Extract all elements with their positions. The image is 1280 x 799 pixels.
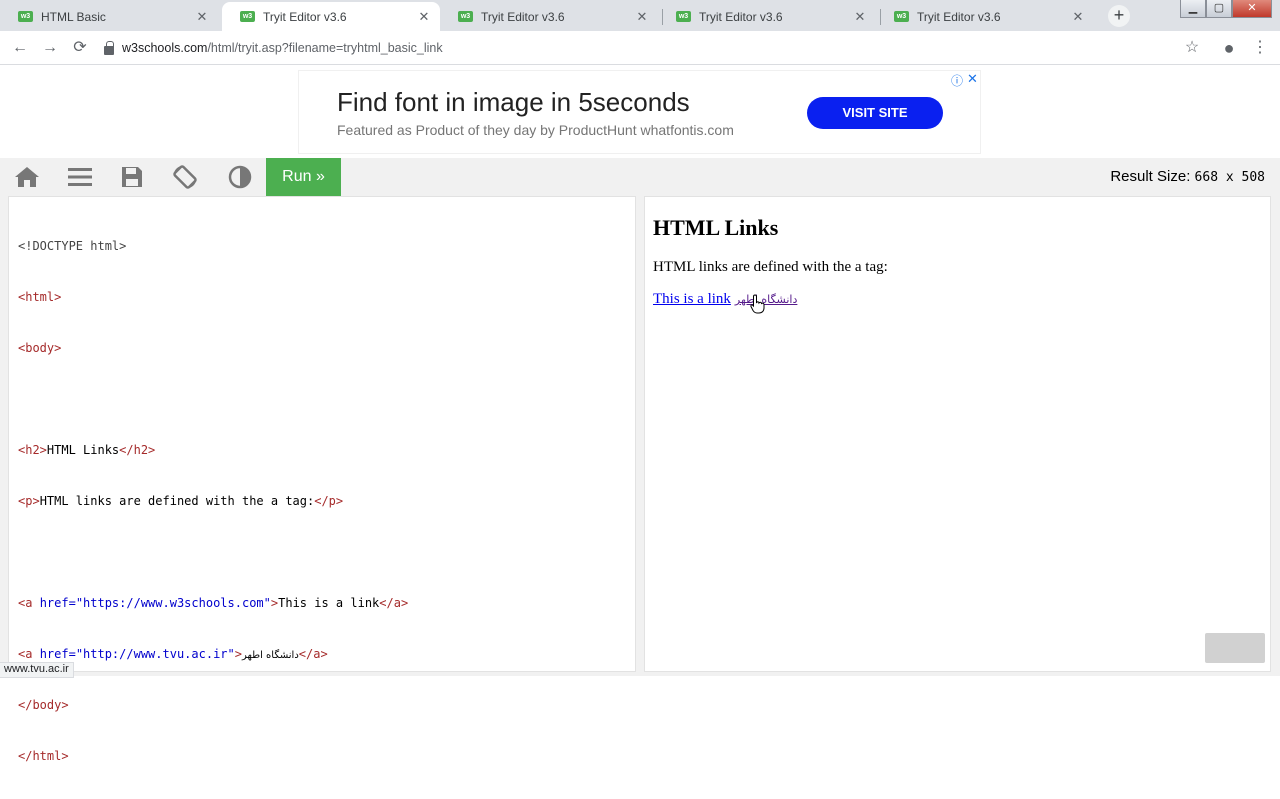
result-links: This is a link دانشگاه اطهر	[653, 291, 797, 308]
lock-icon	[104, 40, 114, 55]
visit-site-button[interactable]: VISIT SITE	[807, 97, 943, 129]
result-size-value: 668 x 508	[1194, 170, 1265, 185]
code-tag: </a>	[379, 596, 409, 610]
tab-tryit-editor[interactable]: w3 Tryit Editor v3.6 ✕	[658, 2, 876, 31]
new-tab-button[interactable]: +	[1108, 5, 1130, 27]
minimize-button[interactable]: ▁	[1180, 0, 1206, 18]
tab-title: Tryit Editor v3.6	[917, 9, 1001, 24]
ad-headline: Find font in image in 5seconds	[337, 87, 690, 117]
bookmark-star-icon[interactable]: ☆	[1181, 37, 1203, 59]
back-arrow-icon[interactable]: ←	[9, 37, 31, 59]
result-frame: HTML Links HTML links are defined with t…	[644, 196, 1271, 672]
ad-close-icon[interactable]: ✕	[967, 71, 978, 87]
reload-icon[interactable]: ⟳	[69, 37, 91, 59]
code-tag: <a	[18, 596, 40, 610]
url-path: /html/tryit.asp?filename=tryhtml_basic_l…	[207, 41, 443, 55]
code-line: </html>	[18, 749, 69, 763]
code-text-node: HTML Links	[46, 443, 120, 457]
menu-kebab-icon[interactable]: ⋮	[1249, 37, 1271, 59]
code-text-node: This is a link	[278, 596, 380, 610]
code-line: <p>HTML links are defined with the a tag…	[18, 493, 408, 510]
tab-title: Tryit Editor v3.6	[263, 9, 347, 24]
code-line: <a href="http://www.tvu.ac.ir">دانشگاه ا…	[18, 646, 408, 663]
result-link-w3schools[interactable]: This is a link	[653, 291, 731, 307]
result-paragraph: HTML links are defined with the a tag:	[653, 259, 888, 275]
code-line: <html>	[18, 290, 62, 304]
code-tag: <p>	[18, 494, 40, 508]
rotate-orientation-icon[interactable]	[160, 158, 210, 196]
close-icon[interactable]: ✕	[416, 9, 432, 25]
close-icon[interactable]: ✕	[1070, 9, 1086, 25]
code-line: <a href="https://www.w3schools.com">This…	[18, 595, 408, 612]
result-size-label: Result Size:	[1110, 168, 1191, 185]
save-icon[interactable]	[107, 158, 157, 196]
video-overlay-widget	[1205, 633, 1265, 663]
code-tag: <a	[18, 647, 40, 661]
tab-html-basic[interactable]: w3 HTML Basic ✕	[0, 2, 218, 31]
address-bar[interactable]: w3schools.com/html/tryit.asp?filename=tr…	[104, 35, 1204, 61]
advertisement-banner[interactable]: Find font in image in 5seconds Featured …	[298, 70, 981, 154]
code-attr-value: "https://www.w3schools.com"	[75, 596, 271, 610]
code-tag: </h2>	[119, 443, 156, 457]
code-tag: </a>	[298, 647, 328, 661]
tab-title: Tryit Editor v3.6	[481, 9, 565, 24]
home-icon[interactable]	[2, 158, 52, 196]
theme-contrast-icon[interactable]	[215, 158, 265, 196]
code-tag: >	[234, 647, 242, 661]
ad-subline: Featured as Product of they day by Produ…	[337, 122, 734, 138]
code-line: </body>	[18, 698, 69, 712]
code-attr: href=	[39, 596, 76, 610]
tab-title: HTML Basic	[41, 9, 106, 24]
hand-pointer-cursor-icon	[750, 294, 766, 319]
w3schools-favicon-icon: w3	[894, 11, 909, 22]
window-close-button[interactable]: ✕	[1232, 0, 1272, 18]
forward-arrow-icon[interactable]: →	[39, 37, 61, 59]
result-heading: HTML Links	[653, 215, 779, 240]
profile-avatar-icon[interactable]: ●	[1218, 37, 1240, 59]
close-icon[interactable]: ✕	[852, 9, 868, 25]
w3schools-favicon-icon: w3	[240, 11, 255, 22]
tab-strip: w3 HTML Basic ✕ w3 Tryit Editor v3.6 ✕ w…	[0, 0, 1280, 31]
code-text-node: HTML links are defined with the a tag:	[39, 494, 315, 508]
url-host: w3schools.com	[122, 41, 208, 55]
result-size-readout: Result Size: 668 x 508	[1110, 168, 1265, 185]
code-editor[interactable]: <!DOCTYPE html> <html> <body> <h2>HTML L…	[8, 196, 636, 763]
tab-title: Tryit Editor v3.6	[699, 9, 783, 24]
w3schools-favicon-icon: w3	[18, 11, 33, 22]
menu-hamburger-icon[interactable]	[55, 158, 105, 196]
ad-info-icon[interactable]: ⓘ	[951, 72, 963, 89]
code-text-node: دانشگاه اطهر	[242, 650, 299, 661]
run-button[interactable]: Run »	[266, 158, 341, 196]
tab-tryit-editor[interactable]: w3 Tryit Editor v3.6 ✕	[876, 2, 1094, 31]
code-attr: href=	[39, 647, 76, 661]
code-tag: <h2>	[18, 443, 47, 457]
code-line: <body>	[18, 341, 62, 355]
code-attr-value: "http://www.tvu.ac.ir"	[75, 647, 235, 661]
code-line: <h2>HTML Links</h2>	[18, 442, 408, 459]
w3schools-favicon-icon: w3	[676, 11, 691, 22]
code-line: <!DOCTYPE html>	[18, 239, 127, 253]
code-text[interactable]: <!DOCTYPE html> <html> <body> <h2>HTML L…	[18, 204, 408, 799]
editor-panes: <!DOCTYPE html> <html> <body> <h2>HTML L…	[0, 196, 1280, 763]
browser-toolbar: ← → ⟳ w3schools.com/html/tryit.asp?filen…	[0, 31, 1280, 65]
result-link-tvu[interactable]: دانشگاه اطهر	[735, 293, 797, 306]
close-icon[interactable]: ✕	[634, 9, 650, 25]
tab-tryit-editor[interactable]: w3 Tryit Editor v3.6 ✕	[440, 2, 658, 31]
tab-tryit-editor-active[interactable]: w3 Tryit Editor v3.6 ✕	[222, 2, 440, 31]
tryit-toolbar: Run » Result Size: 668 x 508	[0, 158, 1280, 196]
w3schools-favicon-icon: w3	[458, 11, 473, 22]
maximize-button[interactable]: ▢	[1206, 0, 1232, 18]
close-icon[interactable]: ✕	[194, 9, 210, 25]
code-tag: </p>	[314, 494, 344, 508]
